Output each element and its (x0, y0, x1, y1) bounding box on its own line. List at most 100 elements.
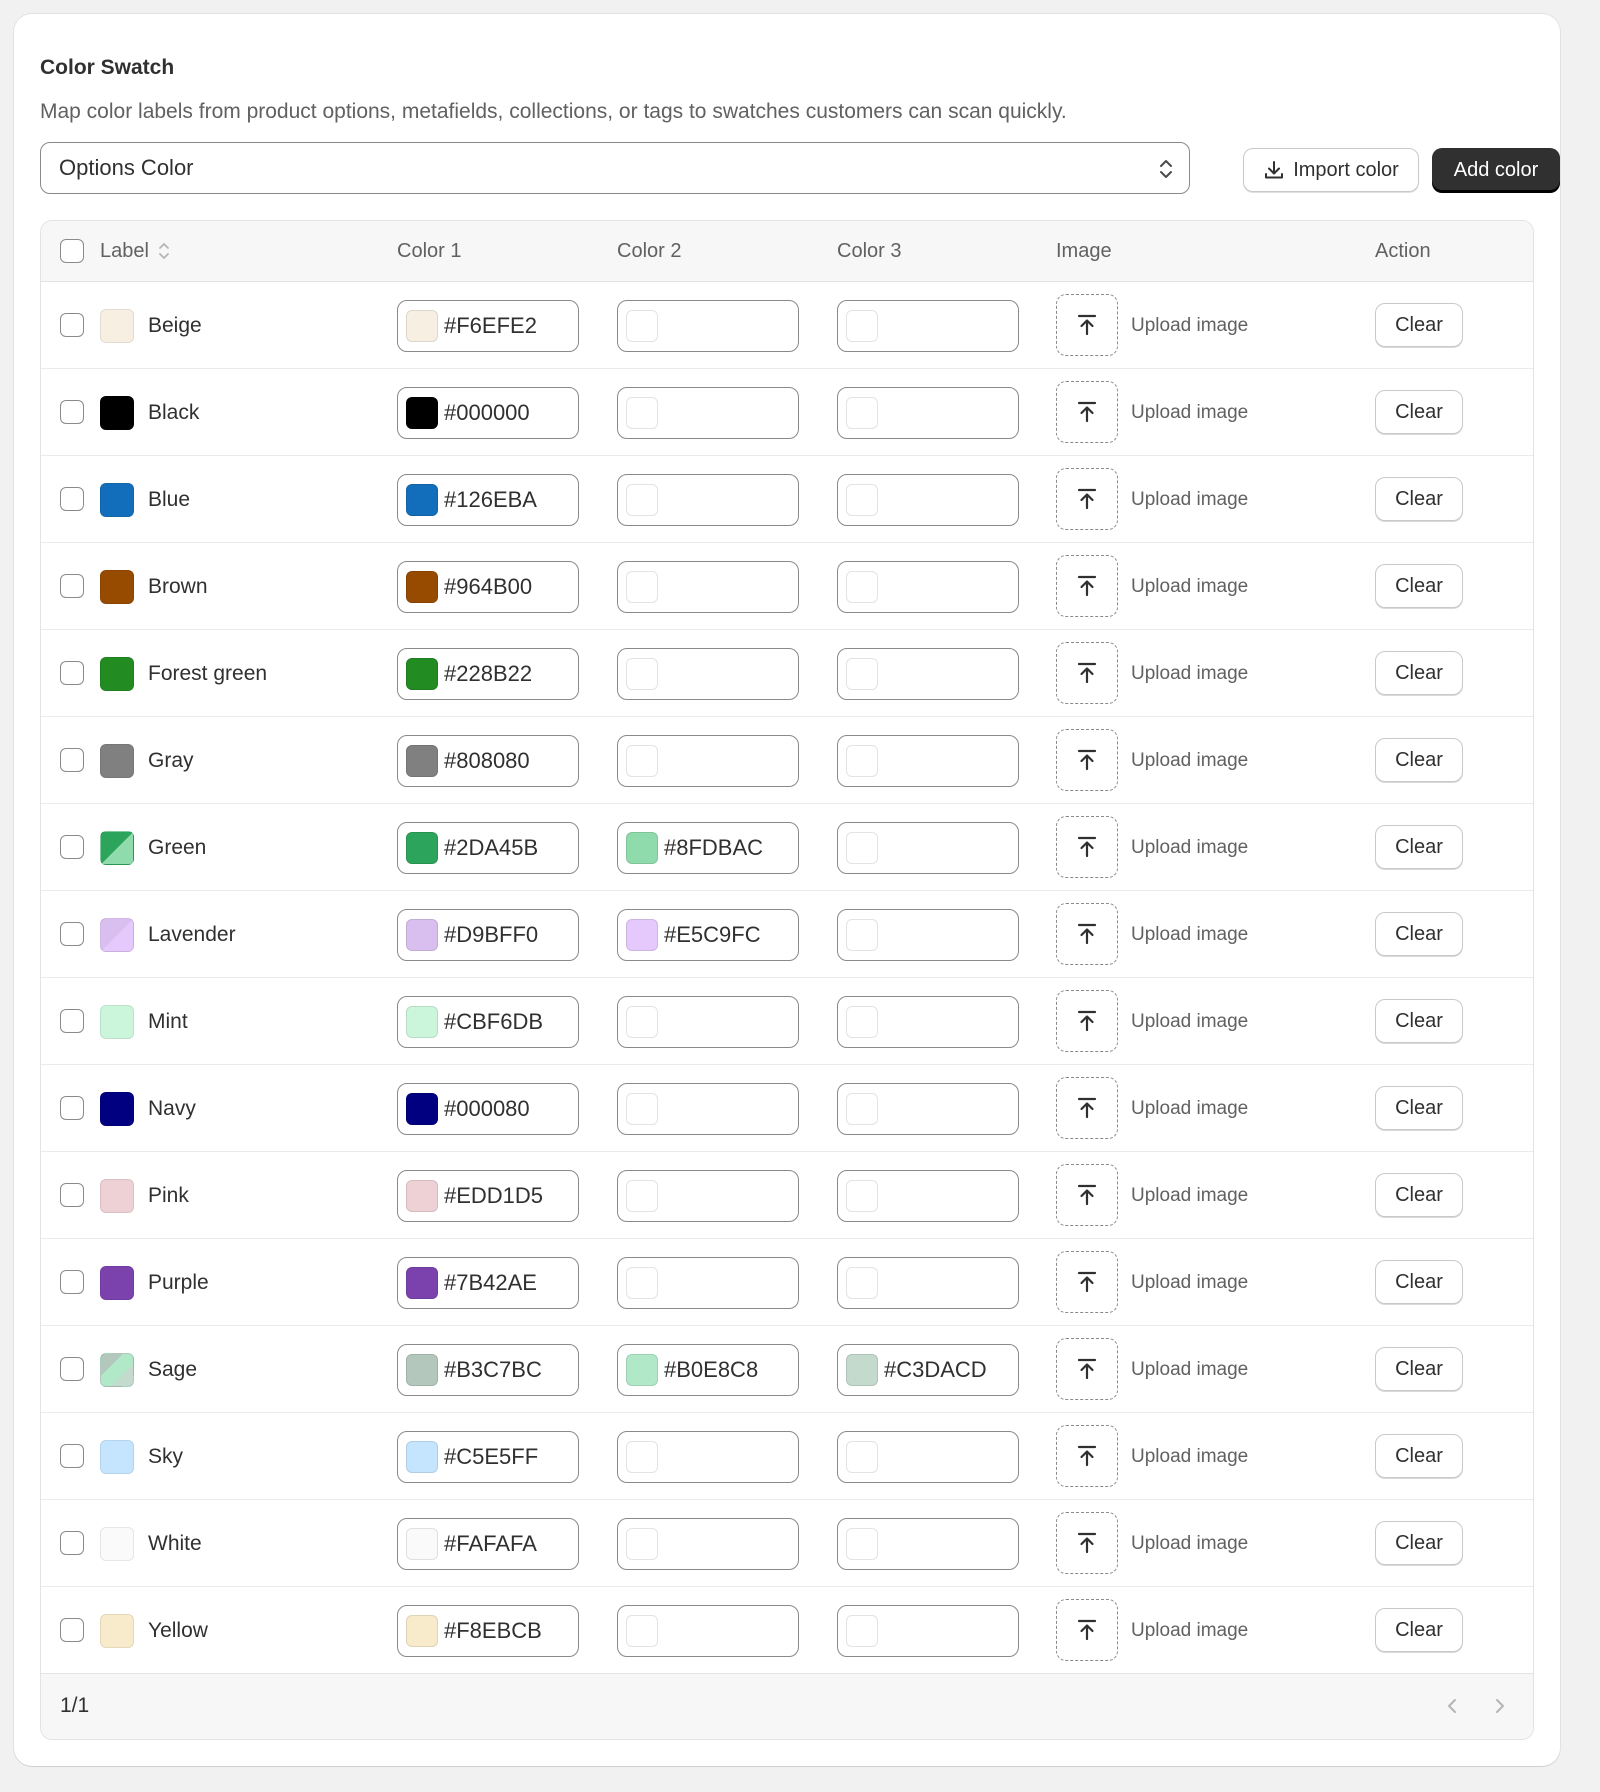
color3-chip[interactable] (846, 745, 878, 777)
color1-input[interactable]: #CBF6DB (397, 996, 579, 1048)
color1-chip[interactable] (406, 1615, 438, 1647)
color3-chip[interactable] (846, 310, 878, 342)
color1-input[interactable]: #7B42AE (397, 1257, 579, 1309)
color3-input[interactable] (837, 1170, 1019, 1222)
color3-chip[interactable] (846, 1267, 878, 1299)
color2-input[interactable] (617, 1257, 799, 1309)
upload-image-button[interactable] (1056, 468, 1118, 530)
color2-chip[interactable] (626, 1615, 658, 1647)
color3-chip[interactable] (846, 1093, 878, 1125)
color1-chip[interactable] (406, 484, 438, 516)
color3-input[interactable] (837, 474, 1019, 526)
color2-input[interactable] (617, 1605, 799, 1657)
clear-button[interactable]: Clear (1375, 1086, 1463, 1130)
color2-input[interactable]: #8FDBAC (617, 822, 799, 874)
clear-button[interactable]: Clear (1375, 999, 1463, 1043)
color3-input[interactable] (837, 1257, 1019, 1309)
color3-input[interactable] (837, 822, 1019, 874)
color2-input[interactable] (617, 1083, 799, 1135)
color1-input[interactable]: #C5E5FF (397, 1431, 579, 1483)
color1-input[interactable]: #F6EFE2 (397, 300, 579, 352)
clear-button[interactable]: Clear (1375, 651, 1463, 695)
color1-chip[interactable] (406, 919, 438, 951)
color2-chip[interactable] (626, 484, 658, 516)
select-all-checkbox[interactable] (60, 239, 84, 263)
color3-input[interactable] (837, 996, 1019, 1048)
color1-input[interactable]: #EDD1D5 (397, 1170, 579, 1222)
next-page-icon[interactable] (1487, 1694, 1511, 1718)
color1-input[interactable]: #FAFAFA (397, 1518, 579, 1570)
color2-chip[interactable] (626, 1267, 658, 1299)
color3-chip[interactable] (846, 919, 878, 951)
color2-chip[interactable] (626, 1528, 658, 1560)
color1-input[interactable]: #228B22 (397, 648, 579, 700)
row-checkbox[interactable] (60, 748, 84, 772)
clear-button[interactable]: Clear (1375, 738, 1463, 782)
color3-chip[interactable] (846, 571, 878, 603)
row-checkbox[interactable] (60, 313, 84, 337)
color2-input[interactable] (617, 1518, 799, 1570)
upload-image-button[interactable] (1056, 1599, 1118, 1661)
color2-chip[interactable] (626, 832, 658, 864)
color1-chip[interactable] (406, 745, 438, 777)
upload-image-button[interactable] (1056, 642, 1118, 704)
upload-image-button[interactable] (1056, 1425, 1118, 1487)
color2-chip[interactable] (626, 658, 658, 690)
color3-chip[interactable] (846, 1528, 878, 1560)
clear-button[interactable]: Clear (1375, 1434, 1463, 1478)
color1-input[interactable]: #000000 (397, 387, 579, 439)
color1-chip[interactable] (406, 1528, 438, 1560)
color3-chip[interactable] (846, 484, 878, 516)
color2-input[interactable] (617, 1170, 799, 1222)
color2-chip[interactable] (626, 1354, 658, 1386)
row-checkbox[interactable] (60, 835, 84, 859)
color1-chip[interactable] (406, 832, 438, 864)
color3-input[interactable] (837, 387, 1019, 439)
color3-input[interactable] (837, 909, 1019, 961)
color2-chip[interactable] (626, 1180, 658, 1212)
source-select[interactable]: Options Color (40, 142, 1190, 194)
color2-input[interactable] (617, 474, 799, 526)
row-checkbox[interactable] (60, 1444, 84, 1468)
clear-button[interactable]: Clear (1375, 390, 1463, 434)
clear-button[interactable]: Clear (1375, 1347, 1463, 1391)
color1-chip[interactable] (406, 571, 438, 603)
row-checkbox[interactable] (60, 1618, 84, 1642)
clear-button[interactable]: Clear (1375, 912, 1463, 956)
color1-input[interactable]: #B3C7BC (397, 1344, 579, 1396)
color1-chip[interactable] (406, 658, 438, 690)
color3-input[interactable] (837, 648, 1019, 700)
color3-chip[interactable] (846, 397, 878, 429)
color3-input[interactable] (837, 1605, 1019, 1657)
upload-image-button[interactable] (1056, 1338, 1118, 1400)
upload-image-button[interactable] (1056, 729, 1118, 791)
clear-button[interactable]: Clear (1375, 477, 1463, 521)
clear-button[interactable]: Clear (1375, 825, 1463, 869)
color1-chip[interactable] (406, 1267, 438, 1299)
color3-chip[interactable] (846, 832, 878, 864)
clear-button[interactable]: Clear (1375, 1521, 1463, 1565)
color2-chip[interactable] (626, 1006, 658, 1038)
upload-image-button[interactable] (1056, 1164, 1118, 1226)
upload-image-button[interactable] (1056, 990, 1118, 1052)
color3-chip[interactable] (846, 1354, 878, 1386)
color1-chip[interactable] (406, 1006, 438, 1038)
row-checkbox[interactable] (60, 1096, 84, 1120)
color2-chip[interactable] (626, 745, 658, 777)
add-color-button[interactable]: Add color (1432, 148, 1560, 192)
color1-input[interactable]: #964B00 (397, 561, 579, 613)
color2-chip[interactable] (626, 919, 658, 951)
import-color-button[interactable]: Import color (1243, 148, 1419, 192)
color1-chip[interactable] (406, 1093, 438, 1125)
color2-input[interactable] (617, 1431, 799, 1483)
color1-input[interactable]: #000080 (397, 1083, 579, 1135)
color3-input[interactable] (837, 300, 1019, 352)
previous-page-icon[interactable] (1441, 1694, 1465, 1718)
color3-input[interactable] (837, 1083, 1019, 1135)
color2-input[interactable]: #B0E8C8 (617, 1344, 799, 1396)
upload-image-button[interactable] (1056, 816, 1118, 878)
color2-chip[interactable] (626, 310, 658, 342)
upload-image-button[interactable] (1056, 555, 1118, 617)
clear-button[interactable]: Clear (1375, 1173, 1463, 1217)
row-checkbox[interactable] (60, 1009, 84, 1033)
